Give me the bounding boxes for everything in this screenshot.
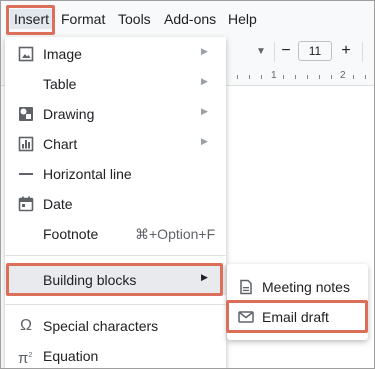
ruler-tick: [261, 75, 262, 79]
ruler-tick: [353, 75, 354, 79]
submenu-item-label: Meeting notes: [262, 279, 350, 295]
submenu-item-meeting-notes[interactable]: Meeting notes: [227, 272, 368, 302]
menu-tools[interactable]: Tools: [118, 9, 151, 29]
menu-item-label: Image: [43, 46, 82, 62]
menu-divider: [5, 304, 226, 305]
ruler-tick: [307, 75, 308, 79]
submenu-arrow-icon: ▶: [201, 136, 208, 146]
menu-format[interactable]: Format: [61, 9, 105, 29]
submenu-arrow-icon: ▶: [201, 106, 208, 116]
ruler-tick: [237, 75, 238, 79]
menu-item-label: Footnote: [43, 226, 99, 242]
keyboard-shortcut: ⌘+Option+F: [135, 226, 216, 242]
menu-item-label: Special characters: [43, 318, 159, 334]
ruler-tick: [365, 75, 366, 79]
menu-add-ons[interactable]: Add-ons: [164, 9, 216, 29]
ruler-tick: [283, 75, 284, 79]
menu-item-chart[interactable]: Chart ▶: [5, 129, 226, 159]
menu-item-image[interactable]: Image ▶: [5, 39, 226, 69]
omega-icon: Ω: [20, 317, 32, 334]
pi-icon: π2: [18, 350, 33, 367]
menu-item-label: Chart: [43, 136, 78, 152]
menu-item-table[interactable]: Table ▶: [5, 69, 226, 99]
menu-item-label: Date: [43, 196, 73, 212]
ruler-tick: [319, 75, 320, 79]
menu-item-date[interactable]: Date: [5, 189, 226, 219]
highlight-insert: [6, 5, 55, 35]
calendar-icon: [18, 196, 34, 212]
menu-item-label: Horizontal line: [43, 166, 132, 182]
increase-font-size-button[interactable]: +: [339, 43, 353, 59]
ruler-mark: 1: [271, 70, 277, 81]
highlight-building-blocks: [6, 263, 223, 296]
ruler-tick: [295, 75, 296, 79]
insert-menu: Image ▶ Table ▶ Drawing ▶ Chart ▶ Horizo…: [5, 37, 226, 368]
menu-item-special-characters[interactable]: Ω Special characters: [5, 311, 226, 341]
ruler-tick: [249, 75, 250, 79]
document-icon: [240, 279, 252, 295]
style-dropdown-arrow-icon[interactable]: ▼: [256, 46, 266, 57]
menu-divider: [5, 255, 226, 256]
menu-bar: Insert Format Tools Add-ons Help: [1, 1, 374, 37]
drawing-icon: [19, 107, 33, 121]
horizontal-line-icon: [19, 173, 33, 175]
menu-item-label: Table: [43, 76, 77, 92]
app-window: ▼ − 11 + 1 2 Insert Format Tools Add-ons…: [0, 0, 375, 369]
toolbar-divider: [274, 42, 275, 62]
ruler-mark: 2: [340, 70, 346, 81]
menu-item-footnote[interactable]: Footnote ⌘+Option+F: [5, 219, 226, 249]
ruler-tick: [331, 75, 332, 79]
menu-item-label: Equation: [43, 348, 99, 364]
submenu-arrow-icon: ▶: [201, 46, 208, 56]
highlight-email-draft: [226, 300, 368, 333]
menu-item-drawing[interactable]: Drawing ▶: [5, 99, 226, 129]
menu-item-label: Drawing: [43, 106, 95, 122]
chart-icon: [18, 136, 34, 152]
menu-item-equation[interactable]: π2 Equation: [5, 341, 226, 368]
menu-help[interactable]: Help: [228, 9, 257, 29]
font-size-input[interactable]: 11: [298, 41, 332, 61]
menu-item-horizontal-line[interactable]: Horizontal line: [5, 159, 226, 189]
submenu-arrow-icon: ▶: [201, 76, 208, 86]
image-icon: [18, 46, 34, 62]
toolbar-divider: [362, 42, 363, 62]
decrease-font-size-button[interactable]: −: [279, 43, 293, 59]
